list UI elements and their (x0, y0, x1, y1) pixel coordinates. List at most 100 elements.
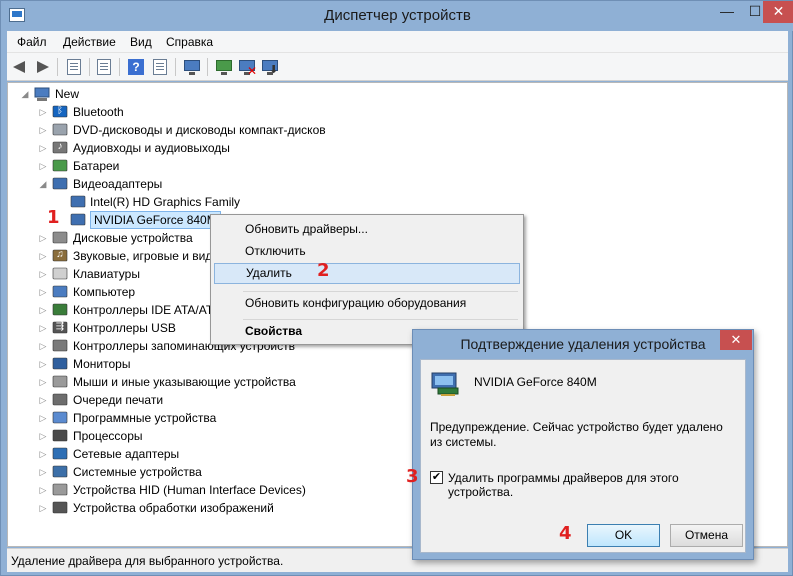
show-hide-console-tree-button[interactable] (65, 58, 83, 76)
expand-chevron-icon[interactable]: ▷ (38, 391, 48, 409)
tree-row-label: Системные устройства (73, 465, 202, 479)
tree-row-label: Компьютер (73, 285, 136, 299)
properties-icon (97, 59, 111, 75)
cancel-button[interactable]: Отмена (670, 524, 743, 547)
menu-help[interactable]: Справка (166, 35, 213, 49)
close-button[interactable]: ✕ (763, 1, 793, 23)
storage-controller-icon (52, 338, 68, 354)
expand-chevron-icon[interactable]: ▷ (38, 427, 48, 445)
battery-icon (52, 158, 68, 174)
properties-toolbar-button[interactable] (95, 58, 113, 76)
computer-icon (52, 284, 68, 300)
tree-row-label: Контроллеры IDE ATA/ATAPI (73, 303, 232, 317)
minimize-button[interactable]: — (713, 1, 741, 23)
dialog-close-button[interactable]: ✕ (720, 330, 752, 350)
console-tree-icon (67, 59, 81, 75)
menu-uninstall[interactable]: Удалить (214, 263, 520, 284)
menu-update-drivers[interactable]: Обновить драйверы... (214, 219, 520, 240)
context-menu: Обновить драйверы... Отключить Удалить О… (210, 214, 524, 345)
menu-scan-hardware[interactable]: Обновить конфигурацию оборудования (214, 293, 520, 314)
expand-chevron-icon[interactable]: ▷ (38, 103, 48, 121)
dvd-drive-icon (52, 122, 68, 138)
status-text: Удаление драйвера для выбранного устройс… (11, 554, 284, 568)
disk-drive-icon (52, 230, 68, 246)
back-button[interactable] (11, 58, 29, 76)
expand-chevron-icon[interactable]: ▷ (38, 355, 48, 373)
monitor-icon (52, 356, 68, 372)
toolbar: ? ✕ ⬇ (7, 53, 788, 81)
toolbar-separator (57, 58, 58, 76)
ok-button[interactable]: OK (587, 524, 660, 547)
down-arrow-icon: ⬇ (269, 64, 279, 76)
network-adapter-icon (52, 446, 68, 462)
expand-chevron-icon[interactable]: ▷ (38, 445, 48, 463)
audio-icon: ♪ (52, 140, 68, 156)
dialog-warning: Предупреждение. Сейчас устройство будет … (430, 420, 723, 449)
tree-row-label: Intel(R) HD Graphics Family (90, 195, 241, 209)
help-toolbar-button[interactable]: ? (127, 58, 145, 76)
display-adapter-icon (70, 194, 86, 210)
menu-file[interactable]: Файл (17, 35, 47, 49)
menu-action[interactable]: Действие (63, 35, 116, 49)
help-icon: ? (128, 59, 144, 75)
step-marker-2: 2 (317, 260, 330, 281)
tree-row-label: Программные устройства (73, 411, 217, 425)
dialog-device-name: NVIDIA GeForce 840M (474, 375, 597, 389)
forward-button[interactable] (33, 58, 51, 76)
back-arrow-icon (13, 61, 25, 73)
collapse-chevron-icon[interactable]: ◢ (20, 85, 30, 103)
delete-driver-checkbox[interactable]: ✔ (430, 471, 443, 484)
tree-row-label: Батареи (73, 159, 120, 173)
expand-chevron-icon[interactable]: ▷ (38, 139, 48, 157)
expand-chevron-icon[interactable]: ▷ (38, 337, 48, 355)
expand-chevron-icon[interactable]: ▷ (38, 463, 48, 481)
menu-separator (243, 319, 518, 320)
tree-row-label: DVD-дисководы и дисководы компакт-дисков (73, 123, 326, 137)
window-title: Диспетчер устройств (324, 7, 471, 24)
expand-chevron-icon[interactable]: ▷ (38, 229, 48, 247)
expand-chevron-icon[interactable]: ▷ (38, 121, 48, 139)
toolbar-separator (207, 58, 208, 76)
tree-row-label: Устройства обработки изображений (73, 501, 274, 515)
expand-chevron-icon[interactable]: ▷ (38, 157, 48, 175)
expand-chevron-icon[interactable]: ▷ (38, 301, 48, 319)
menu-bar: Файл Действие Вид Справка (7, 31, 788, 53)
computer-icon (34, 86, 50, 102)
toolbar-separator (119, 58, 120, 76)
update-driver-button[interactable] (215, 58, 233, 76)
tree-row-label: Клавиатуры (73, 267, 140, 281)
dialog-title: Подтверждение удаления устройства (460, 336, 706, 352)
expand-chevron-icon[interactable]: ▷ (38, 373, 48, 391)
collapse-chevron-icon[interactable]: ◢ (38, 175, 48, 193)
menu-disable[interactable]: Отключить (214, 241, 520, 262)
update-driver-icon (216, 60, 232, 75)
tree-root-label: New (55, 87, 80, 101)
mouse-icon (52, 374, 68, 390)
tree-row-label: NVIDIA GeForce 840M (90, 211, 221, 229)
expand-chevron-icon[interactable]: ▷ (38, 265, 48, 283)
tree-row-label: Сетевые адаптеры (73, 447, 180, 461)
bluetooth-icon: ᛒ (52, 104, 68, 120)
title-bar[interactable]: Диспетчер устройств — ☐ ✕ (1, 1, 793, 31)
expand-chevron-icon[interactable]: ▷ (38, 499, 48, 517)
step-marker-1: 1 (47, 207, 60, 228)
imaging-device-icon (52, 500, 68, 516)
expand-chevron-icon[interactable]: ▷ (38, 283, 48, 301)
tree-row-label: Устройства HID (Human Interface Devices) (73, 483, 306, 497)
disable-device-button[interactable]: ✕ (238, 58, 257, 78)
menu-separator (243, 291, 518, 292)
show-action-pane-button[interactable] (151, 58, 169, 76)
expand-chevron-icon[interactable]: ▷ (38, 247, 48, 265)
processor-icon (52, 428, 68, 444)
scan-hardware-button[interactable] (183, 58, 201, 76)
menu-view[interactable]: Вид (130, 35, 152, 49)
expand-chevron-icon[interactable]: ▷ (38, 481, 48, 499)
expand-chevron-icon[interactable]: ▷ (38, 409, 48, 427)
delete-driver-label[interactable]: Удалить программы драйверов для этого ус… (448, 471, 745, 499)
expand-chevron-icon[interactable]: ▷ (38, 319, 48, 337)
tree-row-label: Bluetooth (73, 105, 124, 119)
uninstall-device-button[interactable]: ⬇ (261, 58, 279, 76)
display-adapter-icon (70, 212, 86, 228)
system-device-icon (52, 464, 68, 480)
usb-icon: ⇶ (52, 320, 68, 336)
